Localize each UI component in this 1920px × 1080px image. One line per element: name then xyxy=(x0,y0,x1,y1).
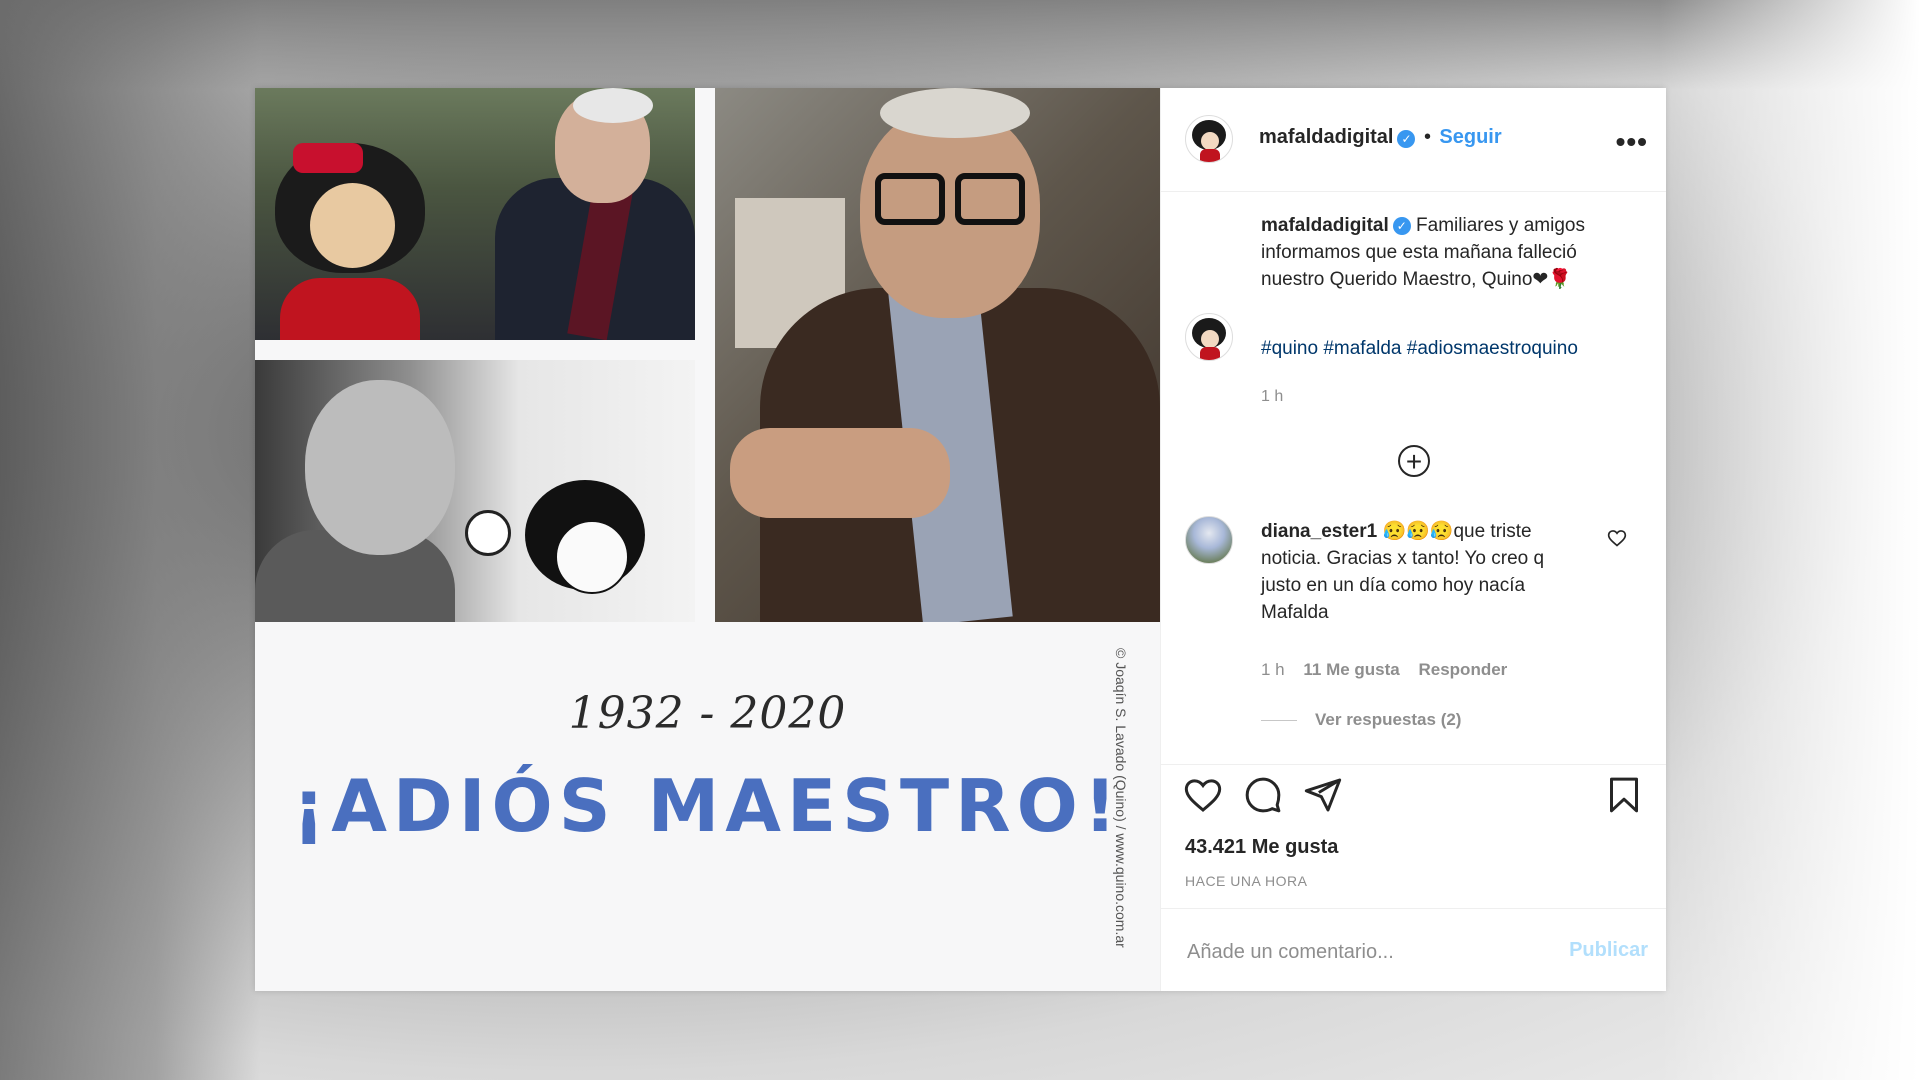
photo-quino-with-drawing xyxy=(255,360,695,622)
drawn-flower xyxy=(465,510,511,556)
comment-username[interactable]: diana_ester1 xyxy=(1261,521,1377,542)
quino-hands xyxy=(730,428,950,518)
comment-like-heart-icon[interactable] xyxy=(1607,528,1627,548)
comment-emojis: 😥😥😥 xyxy=(1382,521,1454,542)
caption-hashtags[interactable]: #quino #mafalda #adiosmaestroquino xyxy=(1261,338,1578,360)
like-heart-icon[interactable] xyxy=(1183,775,1223,815)
post-timestamp: HACE UNA HORA xyxy=(1185,873,1308,889)
background-blur-right xyxy=(1660,0,1920,1080)
glasses-left-lens xyxy=(875,173,945,225)
post-header: mafaldadigital ✓ • Seguir ••• xyxy=(1161,88,1666,192)
young-quino-head xyxy=(305,380,455,555)
comment-time: 1 h xyxy=(1261,660,1285,679)
mafalda-statue-dress xyxy=(280,278,420,340)
view-replies-label: Ver respuestas (2) xyxy=(1315,710,1462,729)
publish-button[interactable]: Publicar xyxy=(1569,939,1648,962)
comment-composer: Publicar xyxy=(1161,908,1666,992)
headline-text: ¡ADIÓS MAESTRO! xyxy=(292,764,1123,848)
glasses-right-lens xyxy=(955,173,1025,225)
comment-bubble-icon[interactable] xyxy=(1243,775,1283,815)
reply-button[interactable]: Responder xyxy=(1418,660,1507,679)
separator-dot: • xyxy=(1423,126,1431,148)
verified-badge-icon: ✓ xyxy=(1397,129,1416,148)
header-username[interactable]: mafaldadigital xyxy=(1259,126,1393,148)
comment-likes[interactable]: 11 Me gusta xyxy=(1303,660,1399,679)
likes-count[interactable]: 43.421 Me gusta xyxy=(1185,836,1338,859)
caption-username[interactable]: mafaldadigital xyxy=(1261,215,1389,236)
load-more-comments-button[interactable]: + xyxy=(1398,445,1430,477)
background-blur-left xyxy=(0,0,260,1080)
avatar-face xyxy=(1201,330,1219,348)
photo-quino-portrait xyxy=(715,88,1160,622)
comment-meta: 1 h 11 Me gusta Responder xyxy=(1261,660,1521,680)
header-user-row: mafaldadigital ✓ • Seguir xyxy=(1259,126,1502,149)
save-bookmark-icon[interactable] xyxy=(1604,775,1644,815)
instagram-post-modal: 1932 - 2020 ¡ADIÓS MAESTRO! © Joaqín S. … xyxy=(255,88,1666,991)
caption-time: 1 h xyxy=(1261,388,1284,405)
photo-credit: © Joaqín S. Lavado (Quino) / www.quino.c… xyxy=(1113,648,1129,948)
add-comment-input[interactable] xyxy=(1185,931,1549,973)
avatar-dress xyxy=(1200,149,1220,162)
share-direct-icon[interactable] xyxy=(1303,775,1343,815)
verified-badge-icon: ✓ xyxy=(1392,216,1411,235)
comment: diana_ester1 😥😥😥que triste noticia. Grac… xyxy=(1261,518,1581,626)
avatar-face xyxy=(1201,132,1219,150)
background-blur-top xyxy=(0,0,1920,90)
commenter-avatar[interactable] xyxy=(1185,516,1233,564)
quino-portrait-hair xyxy=(880,88,1030,138)
quino-hair xyxy=(573,88,653,123)
post-side-panel: mafaldadigital ✓ • Seguir ••• mafaldadigi… xyxy=(1160,88,1666,991)
caption-emojis: ❤🌹 xyxy=(1532,269,1572,290)
profile-avatar[interactable] xyxy=(1185,115,1233,163)
post-image[interactable]: 1932 - 2020 ¡ADIÓS MAESTRO! © Joaqín S. … xyxy=(255,88,1160,991)
view-replies-button[interactable]: Ver respuestas (2) xyxy=(1261,710,1461,730)
caption-avatar[interactable] xyxy=(1185,313,1233,361)
more-options-icon[interactable]: ••• xyxy=(1616,126,1648,158)
avatar-dress xyxy=(1200,347,1220,360)
follow-button[interactable]: Seguir xyxy=(1439,126,1501,148)
mafalda-statue-bow xyxy=(293,143,363,173)
photo-quino-with-mafalda-statue xyxy=(255,88,695,340)
replies-line-divider xyxy=(1261,720,1297,722)
drawn-mafalda-face xyxy=(555,520,629,594)
mafalda-statue-face xyxy=(310,183,395,268)
years-text: 1932 - 2020 xyxy=(568,688,847,739)
caption: mafaldadigital ✓ Familiares y amigos info… xyxy=(1261,212,1641,293)
